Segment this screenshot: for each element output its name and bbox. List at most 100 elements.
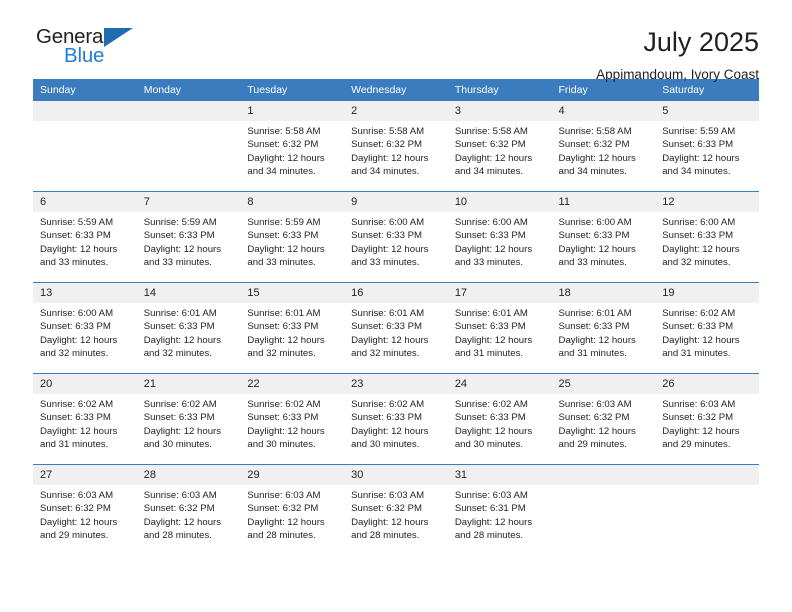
day-number: 24 xyxy=(447,374,552,394)
day-number: 26 xyxy=(655,374,759,394)
day-cell[interactable]: 27 Sunrise: 6:03 AM Sunset: 6:32 PM Dayligh… xyxy=(33,464,137,555)
sunset-text: Sunset: 6:32 PM xyxy=(351,139,423,151)
sunset-text: Sunset: 6:33 PM xyxy=(558,230,630,242)
day-info: Sunrise: 5:58 AM Sunset: 6:32 PM Daylight:… xyxy=(344,121,448,179)
day-cell[interactable]: 2 Sunrise: 5:58 AM Sunset: 6:32 PM Daylight… xyxy=(344,101,448,192)
daylight-text: Daylight: 12 hours and 33 minutes. xyxy=(40,243,118,269)
day-cell[interactable]: 16 Sunrise: 6:01 AM Sunset: 6:33 PM Dayligh… xyxy=(344,282,448,374)
day-info: Sunrise: 6:00 AM Sunset: 6:33 PM Daylight:… xyxy=(344,212,448,270)
day-cell[interactable]: 18 Sunrise: 6:01 AM Sunset: 6:33 PM Dayligh… xyxy=(551,282,656,374)
day-cell[interactable]: 30 Sunrise: 6:03 AM Sunset: 6:32 PM Dayligh… xyxy=(344,464,448,555)
sunset-text: Sunset: 6:33 PM xyxy=(558,321,630,333)
sunrise-text: Sunrise: 6:03 AM xyxy=(351,490,425,501)
day-cell[interactable]: 22 Sunrise: 6:02 AM Sunset: 6:33 PM Dayligh… xyxy=(240,373,345,465)
day-info: Sunrise: 6:00 AM Sunset: 6:33 PM Daylight:… xyxy=(448,212,552,270)
calendar-body: 1 Sunrise: 5:58 AM Sunset: 6:32 PM Daylight… xyxy=(33,101,759,555)
day-info: Sunrise: 6:02 AM Sunset: 6:33 PM Daylight:… xyxy=(240,394,344,452)
day-cell[interactable]: 13 Sunrise: 6:00 AM Sunset: 6:33 PM Dayligh… xyxy=(33,282,137,374)
day-cell[interactable]: 11 Sunrise: 6:00 AM Sunset: 6:33 PM Dayligh… xyxy=(551,191,656,283)
day-info: Sunrise: 6:02 AM Sunset: 6:33 PM Daylight:… xyxy=(448,394,552,452)
day-cell[interactable]: 7 Sunrise: 5:59 AM Sunset: 6:33 PM Daylight… xyxy=(136,191,241,283)
sunset-text: Sunset: 6:33 PM xyxy=(351,230,423,242)
day-info: Sunrise: 6:01 AM Sunset: 6:33 PM Daylight:… xyxy=(344,303,448,361)
day-info: Sunrise: 6:03 AM Sunset: 6:32 PM Daylight:… xyxy=(655,394,759,452)
sunset-text: Sunset: 6:33 PM xyxy=(40,230,111,242)
day-info: Sunrise: 6:03 AM Sunset: 6:31 PM Daylight:… xyxy=(448,485,552,543)
day-cell[interactable]: 28 Sunrise: 6:03 AM Sunset: 6:32 PM Dayligh… xyxy=(136,464,241,555)
calendar-week-row: 1 Sunrise: 5:58 AM Sunset: 6:32 PM Daylight… xyxy=(33,101,759,192)
sunset-text: Sunset: 6:33 PM xyxy=(143,412,215,424)
sunset-text: Sunset: 6:32 PM xyxy=(143,503,215,515)
day-cell[interactable]: 15 Sunrise: 6:01 AM Sunset: 6:33 PM Dayligh… xyxy=(240,282,345,374)
sunrise-text: Sunrise: 5:58 AM xyxy=(454,126,528,137)
day-cell[interactable]: 17 Sunrise: 6:01 AM Sunset: 6:33 PM Dayligh… xyxy=(447,282,552,374)
sunrise-text: Sunrise: 6:02 AM xyxy=(351,399,425,410)
day-cell[interactable]: 25 Sunrise: 6:03 AM Sunset: 6:32 PM Dayligh… xyxy=(551,373,656,465)
sunrise-text: Sunrise: 6:02 AM xyxy=(40,399,114,410)
sunrise-text: Sunrise: 5:59 AM xyxy=(40,217,114,228)
calendar-week-row: 13 Sunrise: 6:00 AM Sunset: 6:33 PM Dayligh… xyxy=(33,282,759,374)
daylight-text: Daylight: 12 hours and 28 minutes. xyxy=(454,516,533,542)
page-title: July 2025 xyxy=(643,27,759,57)
day-cell[interactable]: 29 Sunrise: 6:03 AM Sunset: 6:32 PM Dayligh… xyxy=(240,464,345,555)
day-cell[interactable]: 20 Sunrise: 6:02 AM Sunset: 6:33 PM Dayligh… xyxy=(33,373,137,465)
day-cell[interactable]: 4 Sunrise: 5:58 AM Sunset: 6:32 PM Daylight… xyxy=(551,101,656,192)
day-cell[interactable]: 3 Sunrise: 5:58 AM Sunset: 6:32 PM Daylight… xyxy=(447,101,552,192)
day-cell[interactable]: 5 Sunrise: 5:59 AM Sunset: 6:33 PM Daylight… xyxy=(655,101,759,192)
calendar-week-row: 27 Sunrise: 6:03 AM Sunset: 6:32 PM Dayligh… xyxy=(33,464,759,555)
daylight-text: Daylight: 12 hours and 33 minutes. xyxy=(454,243,533,269)
daylight-text: Daylight: 12 hours and 30 minutes. xyxy=(143,425,222,451)
day-cell[interactable]: 14 Sunrise: 6:01 AM Sunset: 6:33 PM Dayligh… xyxy=(136,282,241,374)
day-number: 19 xyxy=(655,283,759,303)
day-cell[interactable]: 8 Sunrise: 5:59 AM Sunset: 6:33 PM Daylight… xyxy=(240,191,345,283)
day-cell[interactable]: 26 Sunrise: 6:03 AM Sunset: 6:32 PM Dayligh… xyxy=(655,373,759,465)
day-info: Sunrise: 5:58 AM Sunset: 6:32 PM Daylight:… xyxy=(240,121,344,179)
sunset-text: Sunset: 6:33 PM xyxy=(40,321,111,333)
generalblue-logo: General Blue xyxy=(33,26,146,75)
sunset-text: Sunset: 6:32 PM xyxy=(40,503,111,515)
day-cell[interactable]: 10 Sunrise: 6:00 AM Sunset: 6:33 PM Dayligh… xyxy=(447,191,552,283)
sunset-text: Sunset: 6:33 PM xyxy=(662,139,734,151)
day-cell[interactable]: 9 Sunrise: 6:00 AM Sunset: 6:33 PM Daylight… xyxy=(344,191,448,283)
sunset-text: Sunset: 6:33 PM xyxy=(247,230,319,242)
day-cell[interactable]: 1 Sunrise: 5:58 AM Sunset: 6:32 PM Daylight… xyxy=(240,101,345,192)
day-info: Sunrise: 6:03 AM Sunset: 6:32 PM Daylight:… xyxy=(33,485,137,543)
day-cell-empty xyxy=(33,101,137,192)
sunset-text: Sunset: 6:32 PM xyxy=(454,139,526,151)
day-cell[interactable]: 6 Sunrise: 5:59 AM Sunset: 6:33 PM Daylight… xyxy=(33,191,137,283)
sunrise-text: Sunrise: 6:00 AM xyxy=(454,217,528,228)
daylight-text: Daylight: 12 hours and 34 minutes. xyxy=(454,152,533,178)
weekday-header-thursday: Thursday xyxy=(447,79,552,101)
sunrise-text: Sunrise: 5:59 AM xyxy=(662,126,736,137)
day-cell[interactable]: 12 Sunrise: 6:00 AM Sunset: 6:33 PM Dayligh… xyxy=(655,191,759,283)
sunrise-text: Sunrise: 6:03 AM xyxy=(454,490,528,501)
day-number: 25 xyxy=(551,374,656,394)
sunset-text: Sunset: 6:32 PM xyxy=(558,412,630,424)
day-cell[interactable]: 21 Sunrise: 6:02 AM Sunset: 6:33 PM Dayligh… xyxy=(136,373,241,465)
day-info: Sunrise: 6:01 AM Sunset: 6:33 PM Daylight:… xyxy=(448,303,552,361)
day-number: 10 xyxy=(447,192,552,212)
weekday-header-monday: Monday xyxy=(136,79,241,101)
day-number xyxy=(33,101,137,121)
day-number: 14 xyxy=(136,283,241,303)
day-number xyxy=(551,465,656,485)
day-info: Sunrise: 6:00 AM Sunset: 6:33 PM Daylight:… xyxy=(655,212,759,270)
weekday-header-sunday: Sunday xyxy=(33,79,137,101)
day-cell[interactable]: 24 Sunrise: 6:02 AM Sunset: 6:33 PM Dayligh… xyxy=(447,373,552,465)
day-cell[interactable]: 19 Sunrise: 6:02 AM Sunset: 6:33 PM Dayligh… xyxy=(655,282,759,374)
daylight-text: Daylight: 12 hours and 34 minutes. xyxy=(247,152,325,178)
daylight-text: Daylight: 12 hours and 31 minutes. xyxy=(662,334,740,360)
sunrise-text: Sunrise: 5:58 AM xyxy=(247,126,321,137)
day-cell[interactable]: 31 Sunrise: 6:03 AM Sunset: 6:31 PM Dayligh… xyxy=(447,464,552,555)
day-cell[interactable]: 23 Sunrise: 6:02 AM Sunset: 6:33 PM Dayligh… xyxy=(344,373,448,465)
day-number: 8 xyxy=(240,192,345,212)
daylight-text: Daylight: 12 hours and 33 minutes. xyxy=(351,243,429,269)
daylight-text: Daylight: 12 hours and 31 minutes. xyxy=(558,334,636,360)
day-number: 4 xyxy=(551,101,656,121)
day-info: Sunrise: 6:03 AM Sunset: 6:32 PM Daylight:… xyxy=(137,485,241,543)
sunrise-text: Sunrise: 6:00 AM xyxy=(351,217,425,228)
sunset-text: Sunset: 6:33 PM xyxy=(40,412,111,424)
daylight-text: Daylight: 12 hours and 32 minutes. xyxy=(351,334,429,360)
day-info: Sunrise: 5:59 AM Sunset: 6:33 PM Daylight:… xyxy=(655,121,759,179)
sunset-text: Sunset: 6:33 PM xyxy=(454,321,526,333)
